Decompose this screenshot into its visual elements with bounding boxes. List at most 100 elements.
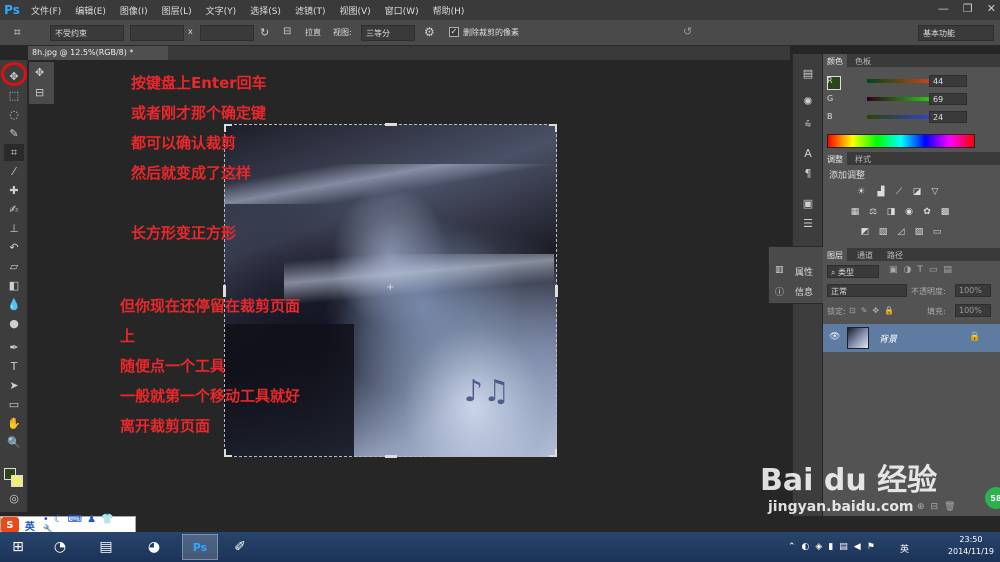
photo-filter-icon[interactable]: ◉ bbox=[903, 206, 915, 217]
brush-tool-icon[interactable]: ✍ bbox=[4, 201, 24, 218]
sogou-logo-icon[interactable]: S bbox=[1, 517, 19, 533]
lasso-tool-icon[interactable]: ◌ bbox=[4, 106, 24, 123]
clone-source-icon[interactable]: ⩯ bbox=[801, 118, 815, 132]
history-icon[interactable]: ▤ bbox=[801, 66, 815, 80]
browser-icon[interactable]: ◕ bbox=[136, 534, 172, 560]
document-tab[interactable]: 8h.jpg @ 12.5%(RGB/8) * bbox=[28, 46, 168, 60]
curves-icon[interactable]: ⟋ bbox=[893, 186, 905, 197]
menu-layer[interactable]: 图层(L) bbox=[155, 4, 199, 17]
menu-select[interactable]: 选择(S) bbox=[243, 4, 288, 17]
paint-bucket-tool-icon[interactable]: ◧ bbox=[4, 277, 24, 294]
crop-handle[interactable] bbox=[385, 123, 397, 126]
path-select-tool-icon[interactable]: ➤ bbox=[4, 377, 24, 394]
tray-icons[interactable]: ⌃◐◈▮▤◀⚑ bbox=[788, 542, 881, 552]
ie-icon[interactable]: ◔ bbox=[42, 534, 78, 560]
brush-presets-icon[interactable]: ✺ bbox=[801, 94, 815, 108]
width-input[interactable] bbox=[130, 25, 184, 41]
tab-swatches[interactable]: 色板 bbox=[851, 54, 875, 67]
marquee-tool-icon[interactable]: ⬚ bbox=[4, 87, 24, 104]
tab-styles[interactable]: 样式 bbox=[851, 152, 875, 165]
crop-tool-icon[interactable]: ⌗ bbox=[14, 25, 21, 40]
rotate-icon[interactable]: ↻ bbox=[260, 26, 269, 39]
pen-tool-icon[interactable]: ✒ bbox=[4, 339, 24, 356]
character-icon[interactable]: A bbox=[801, 146, 815, 160]
tab-adjustments[interactable]: 调整 bbox=[823, 152, 847, 165]
menu-image[interactable]: 图像(I) bbox=[113, 4, 155, 17]
crop-handle[interactable] bbox=[549, 124, 557, 132]
threshold-icon[interactable]: ◿ bbox=[895, 226, 907, 237]
gear-icon[interactable]: ⚙ bbox=[424, 25, 435, 39]
opacity-input[interactable]: 100% bbox=[955, 284, 991, 297]
eye-icon[interactable]: 👁 bbox=[829, 332, 840, 342]
eyedropper-tool-icon[interactable]: ⁄ bbox=[4, 163, 24, 180]
reset-icon[interactable]: ↺ bbox=[683, 25, 692, 38]
info-icon[interactable]: ⓘ bbox=[775, 285, 784, 298]
fill-input[interactable]: 100% bbox=[955, 304, 991, 317]
crop-handle[interactable] bbox=[549, 449, 557, 457]
menu-edit[interactable]: 编辑(E) bbox=[68, 4, 113, 17]
color-balance-icon[interactable]: ⚖ bbox=[867, 206, 879, 217]
black-white-icon[interactable]: ◨ bbox=[885, 206, 897, 217]
layer-kind-select[interactable]: ⌕ 类型 bbox=[827, 265, 879, 278]
view-select[interactable]: 三等分 bbox=[361, 25, 415, 41]
quick-mask-icon[interactable]: ◎ bbox=[4, 490, 24, 507]
crop-handle[interactable] bbox=[224, 449, 232, 457]
healing-brush-tool-icon[interactable]: ✚ bbox=[4, 182, 24, 199]
history-brush-tool-icon[interactable]: ↶ bbox=[4, 239, 24, 256]
red-value[interactable]: 44 bbox=[929, 75, 967, 87]
menu-filter[interactable]: 滤镜(T) bbox=[288, 4, 333, 17]
ime-mode[interactable]: 英 bbox=[25, 518, 35, 533]
channel-mixer-icon[interactable]: ✿ bbox=[921, 206, 933, 217]
clock[interactable]: 23:50 2014/11/19 bbox=[948, 534, 994, 558]
lock-icons[interactable]: ⊡✎✥🔒 bbox=[849, 306, 899, 315]
type-tool-icon[interactable]: T bbox=[4, 358, 24, 375]
ratio-select[interactable]: 不受约束 bbox=[50, 25, 124, 41]
tray-ime[interactable]: 英 bbox=[900, 542, 909, 555]
menu-help[interactable]: 帮助(H) bbox=[426, 4, 472, 17]
straighten-icon[interactable]: ⊟ bbox=[283, 26, 291, 37]
exposure-icon[interactable]: ◪ bbox=[911, 186, 923, 197]
blur-tool-icon[interactable]: 💧 bbox=[4, 296, 24, 313]
posterize-icon[interactable]: ▧ bbox=[877, 226, 889, 237]
crop-handle[interactable] bbox=[224, 124, 232, 132]
crop-handle[interactable] bbox=[385, 455, 397, 458]
blend-mode-select[interactable]: 正常 bbox=[827, 284, 907, 297]
height-input[interactable] bbox=[200, 25, 254, 41]
menu-file[interactable]: 文件(F) bbox=[24, 4, 68, 17]
quick-select-tool-icon[interactable]: ✎ bbox=[4, 125, 24, 142]
color-lookup-icon[interactable]: ▩ bbox=[939, 206, 951, 217]
options-toggle-icon[interactable]: ⊟ bbox=[35, 86, 44, 99]
menu-window[interactable]: 窗口(W) bbox=[378, 4, 426, 17]
dodge-tool-icon[interactable]: ● bbox=[4, 315, 24, 332]
info-label[interactable]: 信息 bbox=[795, 285, 813, 298]
clone-stamp-tool-icon[interactable]: ⊥ bbox=[4, 220, 24, 237]
tab-color[interactable]: 颜色 bbox=[823, 54, 847, 67]
brightness-icon[interactable]: ☀ bbox=[855, 186, 867, 197]
workspace-select[interactable]: 基本功能 bbox=[918, 25, 994, 41]
zoom-tool-icon[interactable]: 🔍 bbox=[4, 434, 24, 451]
file-explorer-icon[interactable]: ▤ bbox=[88, 534, 124, 560]
background-color-swatch[interactable] bbox=[11, 475, 23, 487]
tab-channels[interactable]: 通道 bbox=[853, 248, 877, 261]
tool-preset-icon[interactable]: ✥ bbox=[35, 66, 44, 79]
vibrance-icon[interactable]: ▦ bbox=[849, 206, 861, 217]
layer-row[interactable]: 👁 背景 🔒 bbox=[823, 324, 1000, 352]
paint-icon[interactable]: ✐ bbox=[222, 534, 258, 560]
paragraph-icon[interactable]: ¶ bbox=[801, 166, 815, 180]
layer-filter-icons[interactable]: ▣◑T▭▤ bbox=[889, 265, 958, 275]
close-button[interactable]: ✕ bbox=[987, 2, 996, 15]
photoshop-taskbar-icon[interactable]: Ps bbox=[182, 534, 218, 560]
delete-cropped-checkbox[interactable]: ✓ bbox=[449, 27, 459, 37]
hand-tool-icon[interactable]: ✋ bbox=[4, 415, 24, 432]
crop-frame[interactable] bbox=[223, 123, 558, 458]
minimize-button[interactable]: — bbox=[938, 2, 949, 15]
eraser-tool-icon[interactable]: ▱ bbox=[4, 258, 24, 275]
levels-icon[interactable]: ▟ bbox=[875, 186, 887, 197]
tab-paths[interactable]: 路径 bbox=[883, 248, 907, 261]
crop-handle[interactable] bbox=[555, 285, 558, 297]
green-badge[interactable]: 58 bbox=[985, 487, 1000, 509]
properties-icon[interactable]: ▥ bbox=[775, 265, 784, 275]
notes-icon[interactable]: ☰ bbox=[801, 216, 815, 230]
invert-icon[interactable]: ◩ bbox=[859, 226, 871, 237]
straighten-label[interactable]: 拉直 bbox=[305, 27, 321, 38]
